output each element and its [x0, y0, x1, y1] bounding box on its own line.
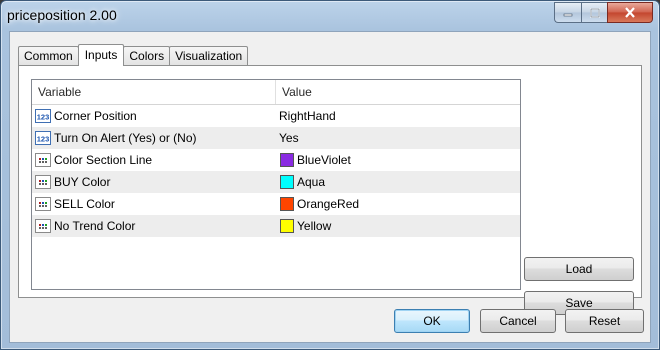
column-header-value[interactable]: Value [276, 80, 520, 104]
variable-cell: Color Section Line [32, 149, 276, 171]
color-grid-icon [35, 197, 51, 211]
value-cell[interactable]: Yellow [276, 215, 520, 237]
color-grid-icon [35, 175, 51, 189]
maximize-icon [589, 7, 600, 18]
tab-strip: Common Inputs Colors Visualization [18, 44, 249, 66]
ok-button[interactable]: OK [394, 309, 470, 333]
window-title: priceposition 2.00 [7, 7, 117, 23]
number-123-icon: 123 [35, 109, 51, 123]
color-swatch [280, 153, 294, 167]
value-cell[interactable]: OrangeRed [276, 193, 520, 215]
tab-visualization[interactable]: Visualization [169, 46, 249, 66]
variable-name: Turn On Alert (Yes) or (No) [54, 131, 197, 145]
value-text: Yes [279, 131, 299, 145]
color-grid-icon [35, 153, 51, 167]
minimize-icon [563, 13, 573, 16]
variable-name: No Trend Color [54, 219, 136, 233]
table-row[interactable]: No Trend Color Yellow [32, 215, 520, 237]
variable-cell: BUY Color [32, 171, 276, 193]
value-text: Yellow [297, 219, 332, 233]
color-swatch [280, 219, 294, 233]
table-row[interactable]: SELL Color OrangeRed [32, 193, 520, 215]
table-row[interactable]: BUY Color Aqua [32, 171, 520, 193]
color-swatch [280, 197, 294, 211]
tab-common[interactable]: Common [18, 46, 79, 66]
title-bar[interactable]: priceposition 2.00 [1, 1, 659, 31]
value-cell[interactable]: RightHand [276, 105, 520, 127]
minimize-button[interactable] [554, 2, 581, 23]
svg-text:123: 123 [37, 113, 50, 122]
inputs-table: Variable Value 123 Corner Position Right… [31, 79, 521, 290]
variable-cell: SELL Color [32, 193, 276, 215]
tab-colors[interactable]: Colors [123, 46, 171, 66]
inputs-panel: Variable Value 123 Corner Position Right… [18, 65, 642, 315]
value-text: Aqua [297, 175, 326, 189]
close-icon [625, 7, 635, 18]
value-text: RightHand [279, 109, 336, 123]
close-button[interactable] [607, 2, 653, 23]
cancel-button[interactable]: Cancel [480, 309, 556, 333]
number-123-icon: 123 [35, 131, 51, 145]
color-grid-icon [35, 219, 51, 233]
variable-cell: No Trend Color [32, 215, 276, 237]
svg-text:123: 123 [37, 135, 50, 144]
value-cell[interactable]: BlueViolet [276, 149, 520, 171]
color-swatch [280, 175, 294, 189]
table-row[interactable]: 123 Turn On Alert (Yes) or (No) Yes [32, 127, 520, 149]
variable-name: SELL Color [54, 197, 115, 211]
load-button[interactable]: Load [524, 257, 634, 281]
dialog-window: priceposition 2.00 Common Inputs Colors … [0, 0, 660, 350]
variable-name: BUY Color [54, 175, 111, 189]
caption-buttons [554, 2, 653, 23]
table-row[interactable]: 123 Corner Position RightHand [32, 105, 520, 127]
tab-inputs[interactable]: Inputs [77, 44, 125, 66]
reset-button[interactable]: Reset [565, 309, 644, 333]
column-header-variable[interactable]: Variable [32, 80, 276, 104]
variable-cell: 123 Turn On Alert (Yes) or (No) [32, 127, 276, 149]
value-text: OrangeRed [297, 197, 360, 211]
variable-name: Color Section Line [54, 153, 153, 167]
maximize-button[interactable] [581, 2, 607, 23]
value-cell[interactable]: Yes [276, 127, 520, 149]
value-cell[interactable]: Aqua [276, 171, 520, 193]
dialog-client-area: Common Inputs Colors Visualization Varia… [9, 31, 651, 343]
table-row[interactable]: Color Section Line BlueViolet [32, 149, 520, 171]
variable-cell: 123 Corner Position [32, 105, 276, 127]
value-text: BlueViolet [297, 153, 351, 167]
table-header: Variable Value [32, 80, 520, 105]
variable-name: Corner Position [54, 109, 137, 123]
